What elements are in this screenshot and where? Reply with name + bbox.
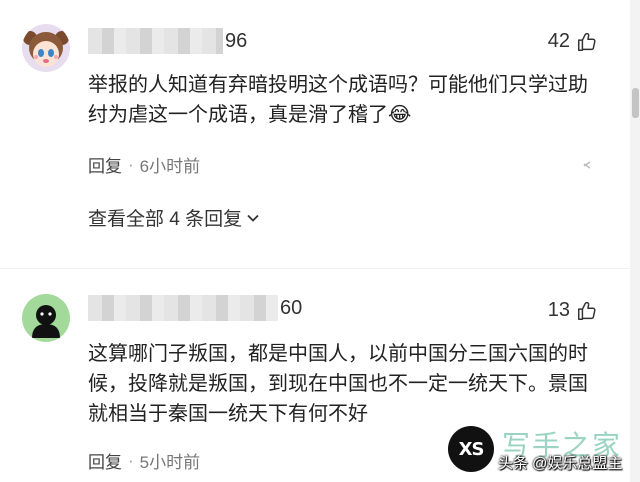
thumbs-up-icon [578, 32, 596, 51]
divider [0, 268, 630, 269]
username[interactable]: 96 [88, 28, 247, 54]
username[interactable]: 60 [88, 295, 302, 321]
separator: · [128, 450, 134, 470]
comment-item: 96 42 举报的人知道有弃暗投明这个成语吗？可能他们只学过助纣为虐这一个成语，… [0, 0, 630, 265]
chevron-down-icon [247, 214, 259, 222]
view-all-replies-button[interactable]: 查看全部 4 条回复 [88, 204, 260, 231]
more-icon[interactable] [580, 158, 594, 172]
username-suffix: 60 [280, 296, 303, 319]
like-count: 42 [547, 30, 570, 52]
blurred-username [88, 295, 278, 321]
reply-button[interactable]: 回复 [88, 448, 122, 473]
comment-text: 这算哪门子叛国，都是中国人，以前中国分三国六国的时候，投降就是叛国，到现在中国也… [88, 343, 588, 425]
timestamp: 5小时前 [139, 453, 201, 472]
comment-meta: 回复 · 6小时前 [88, 152, 200, 177]
like-count: 13 [547, 299, 570, 321]
reply-button[interactable]: 回复 [88, 152, 122, 177]
comment-meta: 回复 · 5小时前 [88, 448, 200, 473]
separator: · [128, 154, 134, 174]
username-suffix: 96 [225, 29, 248, 52]
scrollbar-thumb[interactable] [632, 88, 639, 118]
timestamp: 6小时前 [139, 157, 201, 176]
default-user-avatar-icon [22, 294, 70, 342]
view-all-replies-label: 查看全部 4 条回复 [88, 209, 243, 230]
watermark-author-text: 头条 @娱乐总盟主 [498, 455, 623, 472]
watermark: XS 写手之家 头条 @娱乐总盟主 [440, 420, 640, 480]
anime-girl-avatar-icon [22, 24, 70, 72]
like-button[interactable]: 13 [548, 299, 598, 322]
scrollbar[interactable] [630, 0, 640, 482]
like-button[interactable]: 42 [548, 30, 598, 53]
blurred-username [88, 28, 223, 54]
watermark-logo: XS [448, 426, 494, 472]
avatar[interactable] [22, 294, 70, 342]
comment-text: 举报的人知道有弃暗投明这个成语吗？可能他们只学过助纣为虐这一个成语，真是滑了稽了… [88, 74, 588, 126]
thumbs-up-icon [578, 301, 596, 320]
avatar[interactable] [22, 24, 70, 72]
